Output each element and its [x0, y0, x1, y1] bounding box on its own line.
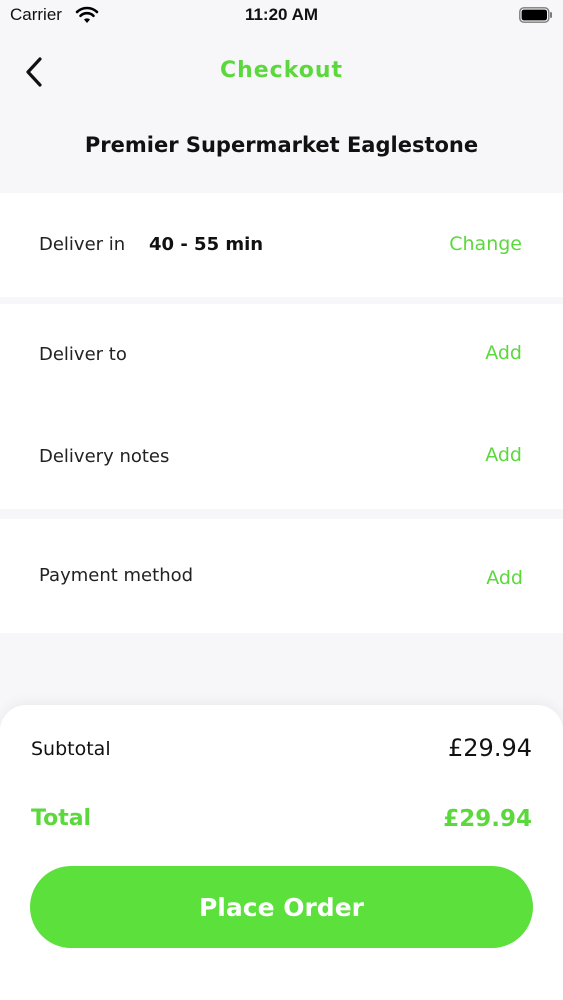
delivery-notes-label: Delivery notes: [39, 446, 170, 467]
page-title: Checkout: [219, 58, 344, 83]
add-payment-method-button[interactable]: Add: [486, 567, 523, 589]
subtotal-value: £29.94: [448, 734, 532, 762]
place-order-button[interactable]: Place Order: [30, 866, 533, 948]
total-label: Total: [31, 806, 92, 831]
delivery-details-card: Deliver to Add Delivery notes Add: [0, 304, 563, 509]
payment-method-row[interactable]: Payment method Add: [0, 519, 563, 633]
clock: 11:20 AM: [244, 5, 319, 24]
total-value: £29.94: [443, 806, 532, 832]
subtotal-label: Subtotal: [31, 738, 111, 760]
delivery-time-value: 40 - 55 min: [149, 234, 264, 255]
payment-method-label: Payment method: [39, 565, 194, 586]
battery-icon: [519, 7, 553, 23]
deliver-to-label: Deliver to: [39, 344, 127, 365]
change-delivery-time-button[interactable]: Change: [449, 233, 522, 255]
store-name: Premier Supermarket Eaglestone: [84, 133, 479, 157]
add-address-button[interactable]: Add: [485, 342, 522, 364]
add-delivery-notes-button[interactable]: Add: [485, 444, 522, 466]
status-bar: Carrier 11:20 AM: [0, 0, 563, 32]
delivery-time-card: Deliver in 40 - 55 min Change: [0, 193, 563, 297]
deliver-in-label: Deliver in: [39, 234, 126, 255]
deliver-to-row[interactable]: Deliver to Add: [0, 304, 563, 404]
delivery-notes-row[interactable]: Delivery notes Add: [0, 407, 563, 507]
